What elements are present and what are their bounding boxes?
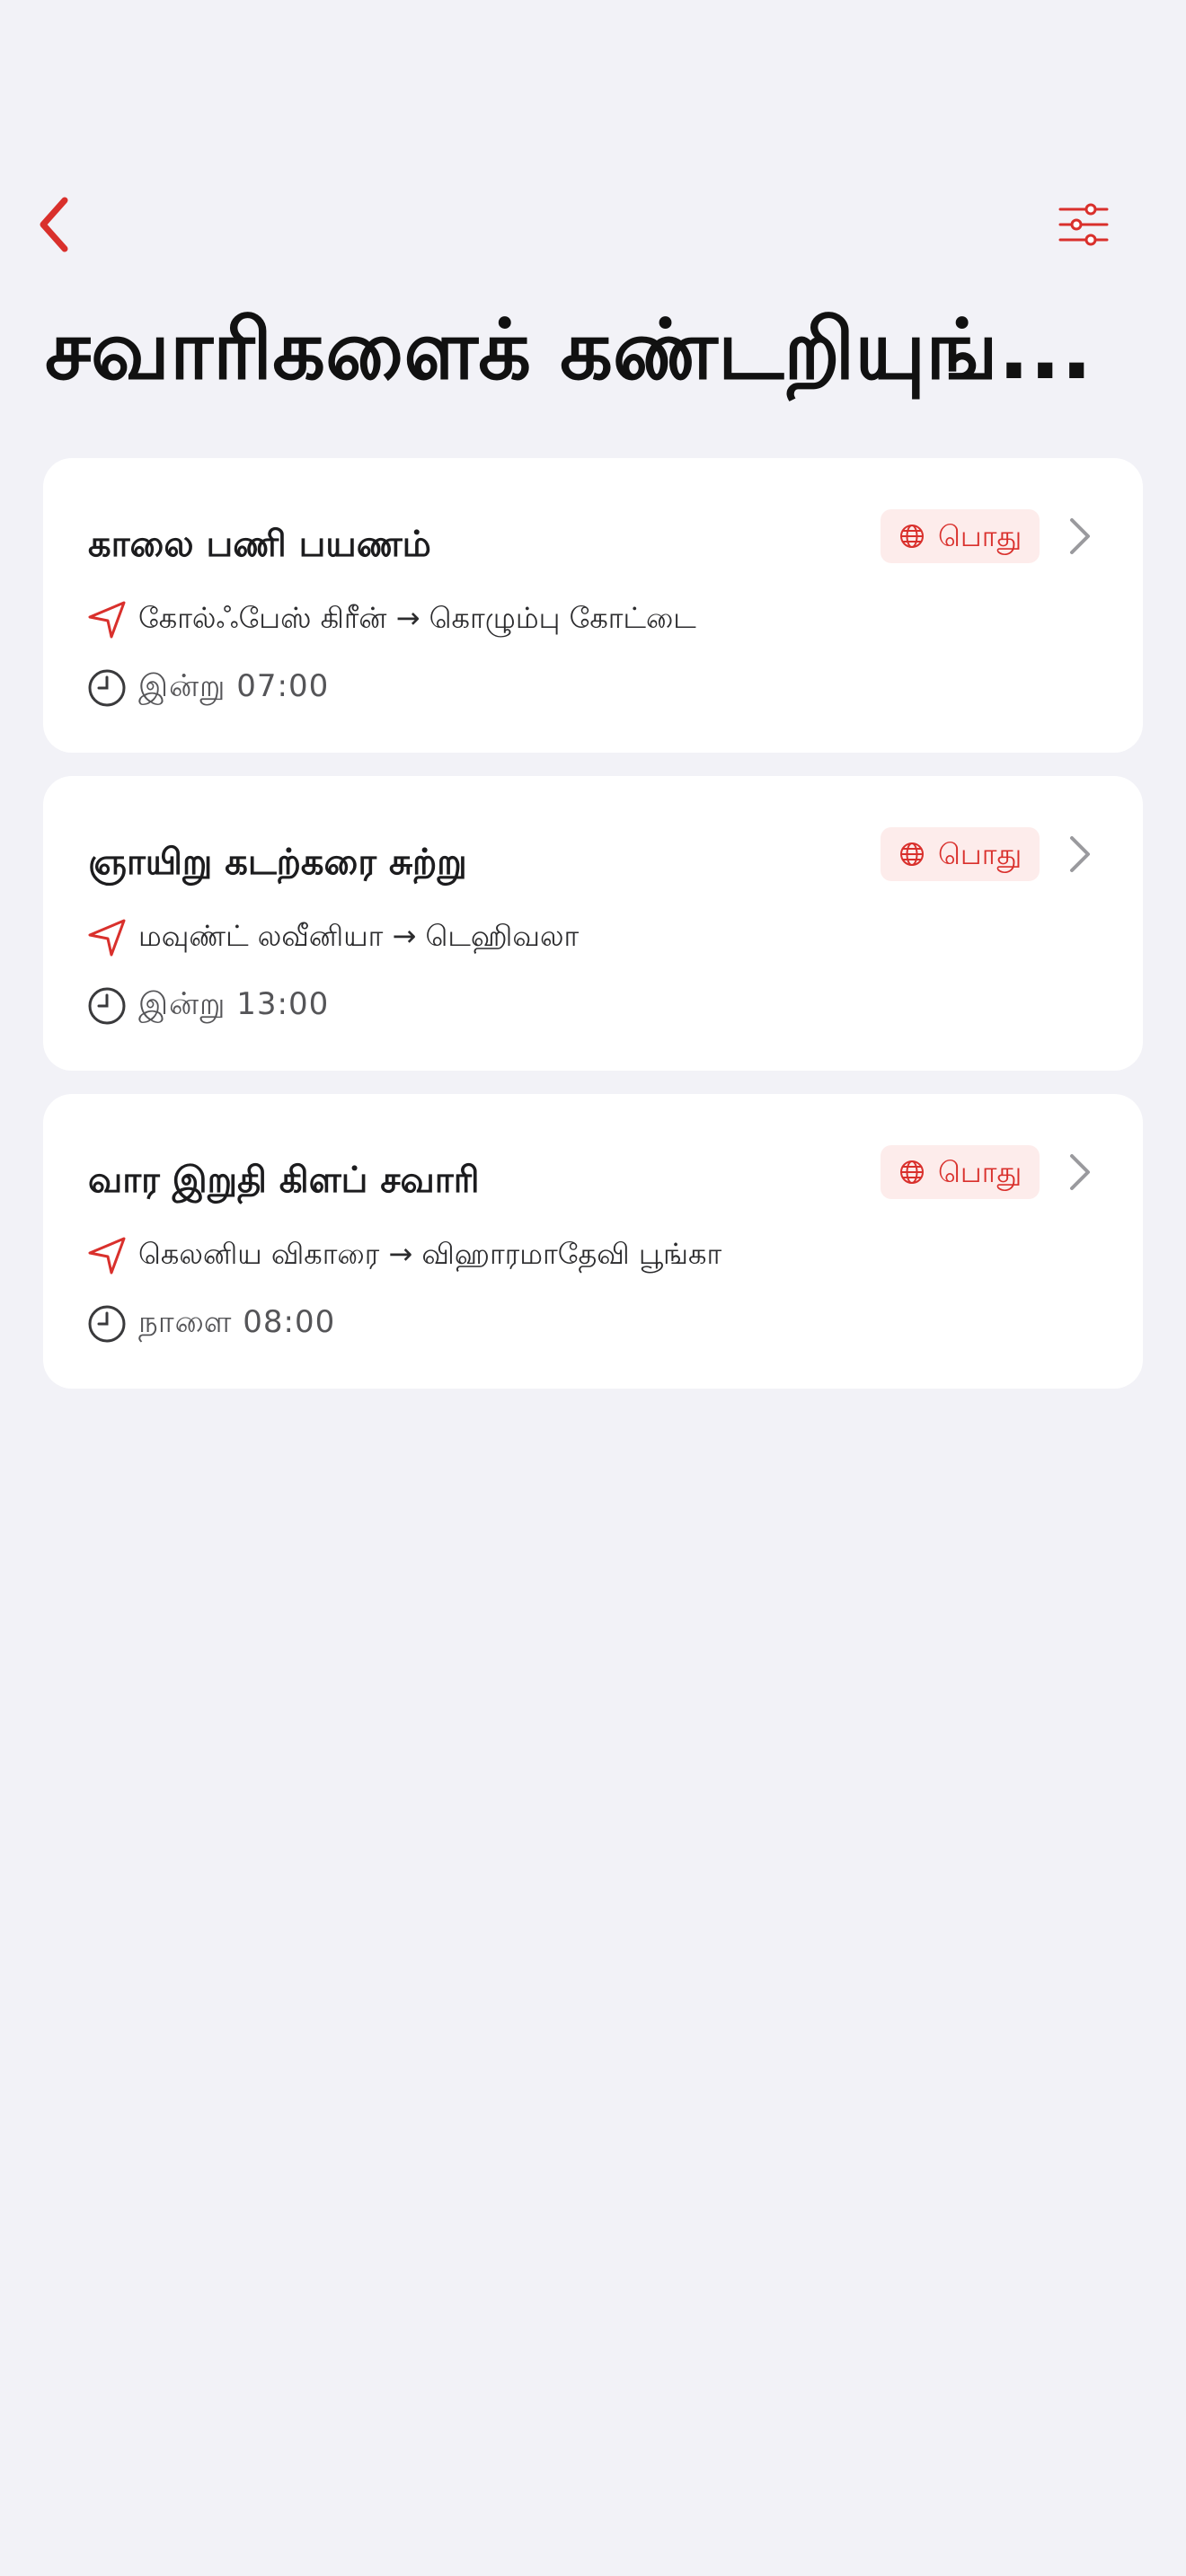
route-text: கெலனிய விகாரை → விஹாரமாதேவி பூங்கா [138, 1237, 722, 1271]
chevron-left-icon [36, 197, 72, 252]
ride-card[interactable]: வார இறுதி கிளப் சவாரி பொது கெலனிய விகாரை… [43, 1094, 1143, 1389]
ride-card[interactable]: காலை பணி பயணம் பொது கோல்ஃபேஸ் கிரீன் → க… [43, 458, 1143, 753]
clock-icon [86, 985, 128, 1027]
chevron-right-icon [1062, 832, 1098, 877]
time-row: இன்று 07:00 [86, 661, 329, 715]
visibility-badge: பொது [881, 827, 1040, 881]
ride-name: காலை பணி பயணம் [88, 524, 431, 565]
route-row: கெலனிய விகாரை → விஹாரமாதேவி பூங்கா [86, 1229, 721, 1283]
location-arrow-icon [86, 917, 128, 958]
route-text: மவுண்ட் லவீனியா → டெஹிவலா [138, 919, 580, 953]
visibility-badge: பொது [881, 509, 1040, 563]
location-arrow-icon [86, 599, 128, 640]
time-row: நாளை 08:00 [86, 1297, 335, 1351]
globe-icon [898, 841, 925, 868]
chevron-right-icon [1062, 514, 1098, 559]
clock-icon [86, 667, 128, 709]
visibility-label: பொது [938, 837, 1022, 871]
location-arrow-icon [86, 1235, 128, 1276]
route-text: கோல்ஃபேஸ் கிரீன் → கொழும்பு கோட்டை [138, 601, 696, 635]
ride-name: வார இறுதி கிளப் சவாரி [88, 1160, 480, 1201]
ride-time: இன்று 07:00 [138, 668, 330, 704]
page-title: சவாரிகளைக் கண்டறியுங்... [45, 302, 1093, 398]
visibility-badge: பொது [881, 1145, 1040, 1199]
clock-icon [86, 1303, 128, 1345]
chevron-right-icon [1062, 1150, 1098, 1195]
ride-time: நாளை 08:00 [138, 1304, 336, 1340]
visibility-label: பொது [938, 1155, 1022, 1189]
route-row: மவுண்ட் லவீனியா → டெஹிவலா [86, 911, 579, 965]
visibility-label: பொது [938, 519, 1022, 553]
sliders-icon [1058, 202, 1109, 247]
ride-name: ஞாயிறு கடற்கரை சுற்று [88, 842, 467, 883]
time-row: இன்று 13:00 [86, 979, 329, 1033]
ride-list: காலை பணி பயணம் பொது கோல்ஃபேஸ் கிரீன் → க… [43, 458, 1143, 1412]
globe-icon [898, 523, 925, 550]
ride-card[interactable]: ஞாயிறு கடற்கரை சுற்று பொது மவுண்ட் லவீனி… [43, 776, 1143, 1071]
ride-time: இன்று 13:00 [138, 986, 330, 1022]
back-button[interactable] [27, 196, 81, 253]
route-row: கோல்ஃபேஸ் கிரீன் → கொழும்பு கோட்டை [86, 593, 696, 647]
globe-icon [898, 1159, 925, 1186]
nav-bar [0, 180, 1186, 269]
filter-button[interactable] [1051, 196, 1116, 253]
